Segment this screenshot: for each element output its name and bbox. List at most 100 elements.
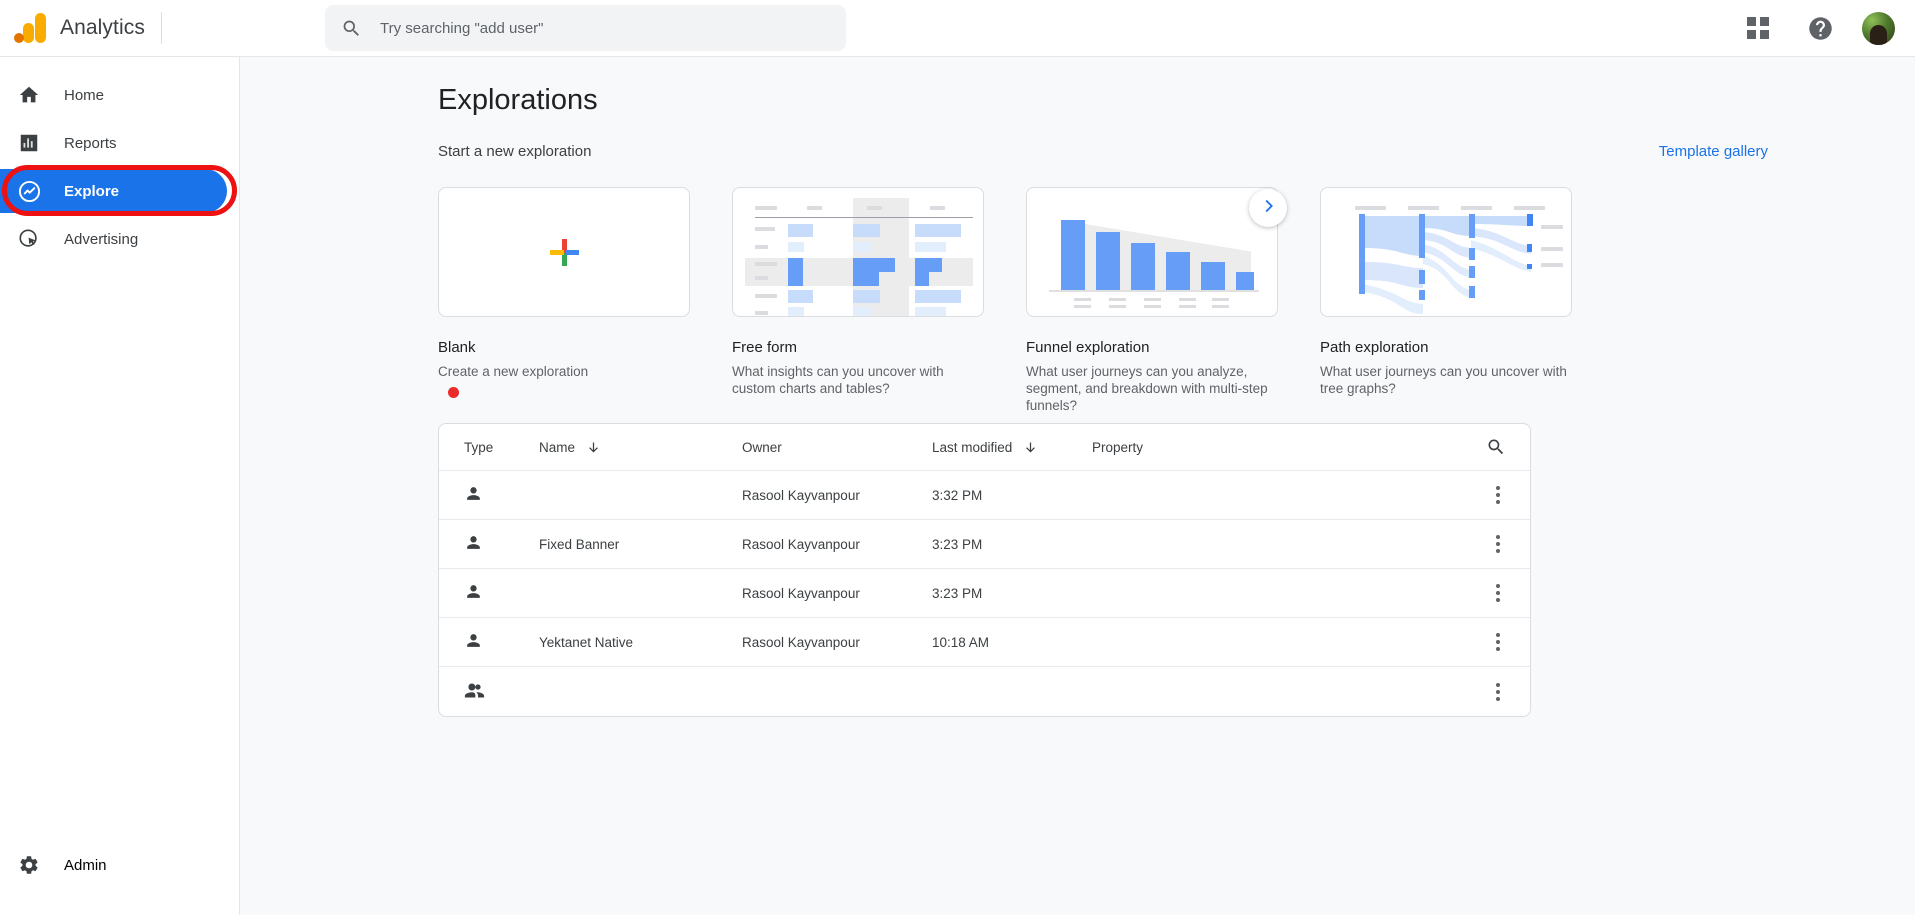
explorations-table: Type Name Owner Last modified Property R…	[438, 423, 1531, 717]
advertising-cursor-icon	[16, 228, 42, 250]
table-row[interactable]: Fixed Banner Rasool Kayvanpour 3:23 PM	[439, 520, 1530, 569]
row-actions	[1347, 578, 1530, 608]
card-description: What insights can you uncover with custo…	[732, 364, 944, 396]
sidebar-item-advertising[interactable]: Advertising	[0, 217, 227, 261]
table-header-row: Type Name Owner Last modified Property	[439, 424, 1530, 471]
path-card-thumbnail[interactable]	[1320, 187, 1572, 317]
funnel-card-thumbnail[interactable]	[1026, 187, 1278, 317]
row-type-icon-cell	[439, 680, 539, 704]
card-title: Funnel exploration	[1026, 339, 1150, 356]
row-type-icon-cell	[439, 631, 539, 653]
exploration-card-blank: Blank Create a new exploration	[438, 187, 690, 414]
brand-divider	[160, 12, 162, 44]
analytics-logo-icon	[14, 13, 48, 43]
search-container	[325, 5, 846, 51]
exploration-card-path: Path exploration What user journeys can …	[1320, 187, 1572, 414]
help-circle-icon[interactable]	[1800, 8, 1840, 48]
row-actions	[1347, 677, 1530, 707]
table-row[interactable]: Rasool Kayvanpour 3:23 PM	[439, 569, 1530, 618]
main-content: Explorations Start a new exploration Tem…	[240, 57, 1915, 915]
card-title: Blank	[438, 339, 476, 356]
exploration-card-row: Blank Create a new exploration Free form…	[438, 187, 1572, 414]
sidebar-nav: Home Reports Explore Advertising	[0, 57, 239, 261]
card-title: Free form	[732, 339, 798, 356]
row-name: Fixed Banner	[539, 536, 620, 552]
person-icon	[464, 582, 483, 604]
more-vert-icon[interactable]	[1490, 480, 1506, 510]
column-header-name-label: Name	[539, 439, 576, 455]
sidebar-item-admin[interactable]: Admin	[0, 843, 239, 887]
people-group-icon	[464, 680, 485, 704]
topbar-actions	[1738, 8, 1915, 48]
gear-icon	[16, 854, 42, 876]
blank-card-thumbnail[interactable]	[438, 187, 690, 317]
user-avatar[interactable]	[1862, 11, 1895, 45]
sidebar-item-label: Reports	[64, 134, 117, 152]
free-form-card-thumbnail[interactable]	[732, 187, 984, 317]
person-icon	[464, 533, 483, 555]
column-header-property[interactable]: Property	[1092, 440, 1347, 455]
brand-name: Analytics	[60, 16, 145, 39]
carousel-next-button[interactable]	[1249, 189, 1287, 227]
table-search-button[interactable]	[1347, 437, 1530, 457]
more-vert-icon[interactable]	[1490, 677, 1506, 707]
sort-down-arrow-icon	[1023, 440, 1038, 455]
carousel-page-indicator[interactable]	[448, 387, 459, 398]
row-type-icon-cell	[439, 582, 539, 604]
card-description: What user journeys can you uncover with …	[1320, 364, 1567, 396]
exploration-card-free-form: Free form What insights can you uncover …	[732, 187, 984, 414]
free-form-table-thumb	[745, 198, 973, 316]
sort-down-arrow-icon	[586, 440, 601, 455]
more-vert-icon[interactable]	[1490, 529, 1506, 559]
section-header-row: Start a new exploration Template gallery	[438, 143, 1768, 160]
row-last-modified: 3:23 PM	[932, 536, 983, 552]
brand-block: Analytics	[0, 12, 183, 44]
left-sidebar: Home Reports Explore Advertising Admin	[0, 57, 240, 915]
more-vert-icon[interactable]	[1490, 578, 1506, 608]
sidebar-item-label: Home	[64, 86, 105, 104]
plus-icon	[549, 237, 579, 267]
row-name: Yektanet Native	[539, 634, 634, 650]
apps-grid-icon[interactable]	[1738, 8, 1778, 48]
column-header-name[interactable]: Name	[539, 440, 742, 455]
template-gallery-link[interactable]: Template gallery	[1659, 143, 1768, 160]
admin-label: Admin	[64, 856, 107, 874]
table-row[interactable]: Rasool Kayvanpour 3:32 PM	[439, 471, 1530, 520]
sidebar-item-explore[interactable]: Explore	[0, 169, 227, 213]
row-owner: Rasool Kayvanpour	[742, 634, 860, 650]
row-owner: Rasool Kayvanpour	[742, 585, 860, 601]
person-icon	[464, 484, 483, 506]
search-input[interactable]	[380, 19, 830, 37]
home-icon	[16, 84, 42, 106]
card-description: What user journeys can you analyze, segm…	[1026, 364, 1268, 413]
row-owner: Rasool Kayvanpour	[742, 536, 860, 552]
chevron-right-icon	[1257, 195, 1279, 222]
bar-chart-icon	[16, 132, 42, 154]
row-last-modified: 3:32 PM	[932, 487, 983, 503]
column-header-last-modified-label: Last modified	[932, 439, 1013, 455]
column-header-type[interactable]: Type	[439, 440, 539, 455]
row-last-modified: 3:23 PM	[932, 585, 983, 601]
page-title: Explorations	[438, 84, 598, 116]
search-icon	[341, 18, 362, 39]
funnel-bars-thumb	[1039, 200, 1265, 308]
sidebar-item-label: Advertising	[64, 230, 139, 248]
row-owner: Rasool Kayvanpour	[742, 487, 860, 503]
row-actions	[1347, 480, 1530, 510]
section-subtitle: Start a new exploration	[438, 143, 592, 160]
table-row[interactable]: Yektanet Native Rasool Kayvanpour 10:18 …	[439, 618, 1530, 667]
row-actions	[1347, 627, 1530, 657]
search-box[interactable]	[325, 5, 846, 51]
explore-compass-icon	[16, 180, 42, 203]
sidebar-item-reports[interactable]: Reports	[0, 121, 227, 165]
sidebar-item-home[interactable]: Home	[0, 73, 227, 117]
path-sankey-thumb	[1333, 200, 1563, 314]
column-header-owner[interactable]: Owner	[742, 440, 932, 455]
search-icon	[1486, 437, 1506, 457]
table-row[interactable]	[439, 667, 1530, 716]
column-header-last-modified[interactable]: Last modified	[932, 440, 1092, 455]
sidebar-item-label: Explore	[64, 182, 120, 200]
more-vert-icon[interactable]	[1490, 627, 1506, 657]
card-title: Path exploration	[1320, 339, 1429, 356]
person-icon	[464, 631, 483, 653]
